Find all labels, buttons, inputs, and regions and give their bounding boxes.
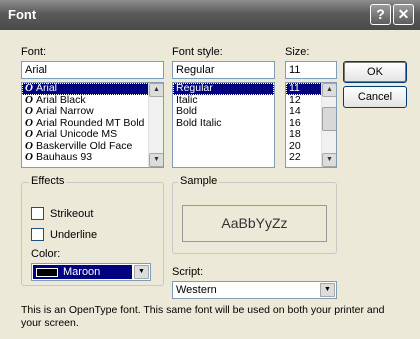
chevron-down-icon[interactable]: ▼ — [320, 283, 335, 297]
opentype-icon: O — [25, 94, 33, 106]
opentype-icon: O — [25, 152, 33, 163]
sample-preview: AaBbYyZz — [182, 205, 327, 242]
font-label: Font: — [21, 46, 47, 58]
ok-button[interactable]: OK — [343, 61, 407, 83]
strikeout-checkbox[interactable] — [31, 207, 44, 220]
script-select[interactable]: Western ▼ — [172, 281, 337, 299]
font-list-item[interactable]: O Arial Unicode MS — [22, 129, 163, 141]
scroll-down-icon[interactable]: ▼ — [149, 153, 163, 167]
title-bar: Font ? ✕ — [0, 0, 420, 30]
underline-label: Underline — [50, 228, 98, 241]
script-value: Western — [176, 284, 217, 296]
font-style-input[interactable]: Regular — [172, 61, 275, 79]
close-button[interactable]: ✕ — [393, 4, 414, 25]
font-style-label: Font style: — [172, 46, 223, 58]
font-list-item[interactable]: O Baskerville Old Face — [22, 141, 163, 153]
font-name-input[interactable]: Arial — [21, 61, 164, 79]
font-list[interactable]: O Arial O Arial Black O Arial Narrow O Arial… — [21, 82, 164, 168]
scroll-up-icon[interactable]: ▲ — [322, 83, 336, 97]
font-list-item[interactable]: O Arial — [22, 83, 163, 95]
sample-title: Sample — [178, 175, 220, 187]
underline-checkbox[interactable] — [31, 228, 44, 241]
window-title: Font — [8, 7, 37, 22]
font-style-item[interactable]: Bold — [173, 106, 274, 118]
size-label: Size: — [285, 46, 310, 58]
font-list-item[interactable]: O Bauhaus 93 — [22, 152, 163, 164]
size-list-scrollbar[interactable]: ▲ ▼ — [321, 83, 336, 167]
strikeout-checkbox-row[interactable]: Strikeout — [31, 207, 93, 220]
effects-title: Effects — [29, 175, 67, 187]
help-button[interactable]: ? — [370, 4, 391, 25]
opentype-icon: O — [25, 117, 33, 129]
opentype-icon: O — [25, 106, 33, 117]
size-input[interactable]: 11 — [285, 61, 337, 79]
font-style-item[interactable]: Italic — [173, 95, 274, 107]
font-style-item[interactable]: Bold Italic — [173, 118, 274, 130]
chevron-down-icon[interactable]: ▼ — [134, 265, 149, 279]
opentype-icon: O — [25, 129, 33, 140]
font-list-item[interactable]: O Arial Rounded MT Bold — [22, 118, 163, 130]
font-style-list[interactable]: Regular Italic Bold Bold Italic — [172, 82, 275, 168]
color-select[interactable]: Maroon ▼ — [31, 263, 151, 281]
opentype-icon: O — [25, 83, 33, 94]
scroll-up-icon[interactable]: ▲ — [149, 83, 163, 97]
color-selection: Maroon — [33, 265, 132, 279]
font-list-item[interactable]: O Arial Narrow — [22, 106, 163, 118]
strikeout-label: Strikeout — [50, 207, 94, 220]
scroll-down-icon[interactable]: ▼ — [322, 153, 336, 167]
font-list-scrollbar[interactable]: ▲ ▼ — [148, 83, 163, 167]
underline-checkbox-row[interactable]: Underline — [31, 228, 97, 241]
font-list-item[interactable]: O Arial Black — [22, 95, 163, 107]
font-style-item[interactable]: Regular — [173, 83, 274, 95]
scroll-thumb[interactable] — [322, 107, 336, 131]
script-label: Script: — [172, 266, 204, 278]
cancel-button[interactable]: Cancel — [343, 86, 407, 108]
size-list[interactable]: 11 12 14 16 18 20 22 ▲ ▼ — [285, 82, 337, 168]
color-value: Maroon — [63, 266, 101, 278]
color-label: Color: — [31, 248, 61, 260]
font-description: This is an OpenType font. This same font… — [21, 304, 385, 329]
color-swatch — [36, 268, 58, 277]
opentype-icon: O — [25, 140, 33, 152]
